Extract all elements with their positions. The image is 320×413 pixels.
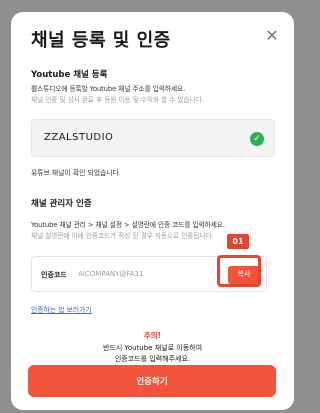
channel-url-value: ZZALSTUDIO bbox=[44, 132, 114, 143]
verification-code-field: 인증코드 AICOMPANY@FA31 복사 bbox=[31, 256, 267, 292]
verify-section-note: 채널 설명란에 아래 인증코드가 작성 된 경우 자동으로 인증됩니다. bbox=[31, 232, 214, 240]
verify-section-title: 채널 관리자 인증 bbox=[31, 199, 92, 209]
verify-button[interactable]: 인증하기 bbox=[28, 365, 276, 397]
channel-register-modal: 채널 등록 및 인증 ✕ Youtube 채널 등록 펠스튜디오에 등록할 Yo… bbox=[11, 12, 294, 410]
step-badge: 01 bbox=[227, 234, 249, 249]
verify-section-desc: Youtube 채널 관리 > 채널 설정 > 설명란에 인증 코드를 입력하세… bbox=[31, 221, 225, 229]
warning-line-2: 인증코드를 입력해주세요. bbox=[114, 355, 191, 363]
channel-url-input[interactable]: ZZALSTUDIO ✓ bbox=[31, 119, 275, 157]
warning-title: 주의! bbox=[143, 331, 162, 340]
youtube-section-note: 채널 인증 및 심사 완료 후 등원 이용 및 수익화 할 수 있습니다. bbox=[31, 96, 204, 104]
how-to-verify-link[interactable]: 인증하는 법 보러가기 bbox=[31, 304, 92, 314]
close-icon[interactable]: ✕ bbox=[264, 28, 280, 44]
check-circle-icon: ✓ bbox=[250, 132, 264, 146]
code-label: 인증코드 bbox=[41, 271, 67, 279]
copy-button[interactable]: 복사 bbox=[228, 266, 260, 284]
warning-line-1: 반드시 Youtube 채널로 이동하여 bbox=[102, 344, 203, 352]
modal-title: 채널 등록 및 인증 bbox=[31, 30, 171, 51]
youtube-section-desc: 펠스튜디오에 등록할 Youtube 채널 주소를 입력하세요. bbox=[31, 85, 186, 93]
code-value: AICOMPANY@FA31 bbox=[78, 270, 144, 278]
youtube-section-title: Youtube 채널 등록 bbox=[31, 70, 108, 80]
channel-confirm-message: 유튜브 채널이 확인 되었습니다. bbox=[31, 169, 121, 177]
